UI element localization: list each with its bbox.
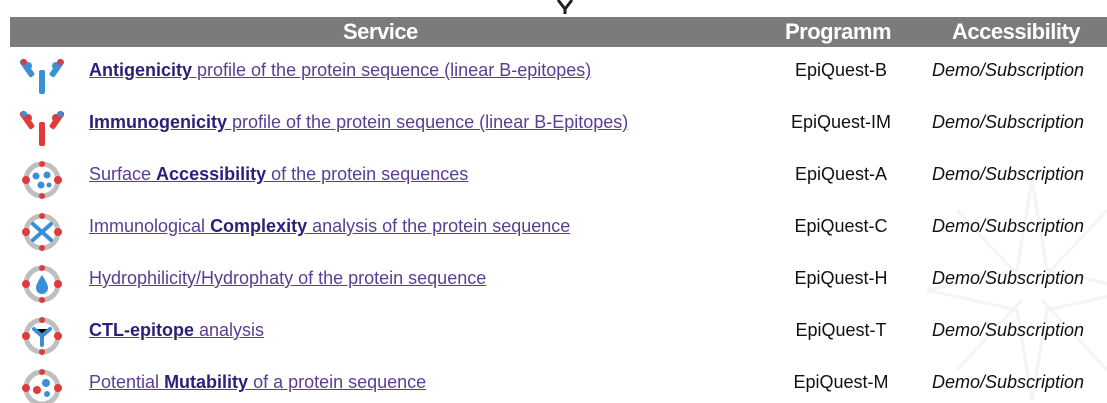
surface-accessibility-icon [22,161,62,199]
program-name: EpiQuest-M [793,372,889,392]
service-link-hydrophilicity[interactable]: Hydrophilicity/Hydrophaty of the protein… [89,268,486,289]
complexity-icon [22,213,62,251]
service-text-post: analysis [194,320,265,340]
header-program: Programm [785,19,892,44]
service-link-ctl-epitope[interactable]: CTL-epitope analysis [89,320,264,341]
service-link-complexity[interactable]: Immunological Complexity analysis of the… [89,216,570,237]
service-text-post: profile of the protein sequence (linear … [227,112,629,132]
mutability-icon [22,369,62,403]
header-accessibility: Accessibility [952,19,1081,44]
program-name: EpiQuest-IM [790,112,892,132]
service-table-page: Service Programm Accessibility Antigenic… [0,0,1107,403]
service-text-post: analysis of the protein sequence [307,216,571,236]
table-row: Potential Mutability of a protein sequen… [0,360,1107,403]
accessibility-value: Demo/Subscription [932,216,1085,236]
service-text-pre: Immunological [89,216,211,236]
table-row: Immunogenicity profile of the protein se… [0,100,1107,152]
program-name: EpiQuest-A [794,164,888,184]
service-text-bold: CTL-epitope [89,320,194,340]
accessibility-value: Demo/Subscription [932,60,1085,80]
table-row: Antigenicity profile of the protein sequ… [0,48,1107,100]
service-link-mutability[interactable]: Potential Mutability of a protein sequen… [89,372,426,393]
service-text-post: of a protein sequence [248,372,427,392]
hydrophilicity-drop-icon [22,265,62,303]
service-text-bold: Accessibility [156,164,267,184]
accessibility-value: Demo/Subscription [932,268,1085,288]
accessibility-value: Demo/Subscription [932,164,1085,184]
cropped-glyph [556,0,574,14]
accessibility-value: Demo/Subscription [932,320,1085,340]
service-text-bold: Mutability [164,372,249,392]
table-row: Hydrophilicity/Hydrophaty of the protein… [0,256,1107,308]
service-text-post: of the protein sequences [266,164,469,184]
service-link-immunogenicity[interactable]: Immunogenicity profile of the protein se… [89,112,628,133]
program-name: EpiQuest-B [794,60,888,80]
service-text-bold: Complexity [210,216,308,236]
program-name: EpiQuest-H [794,268,888,288]
accessibility-value: Demo/Subscription [932,112,1085,132]
ctl-epitope-icon [22,317,62,355]
table-row: Immunological Complexity analysis of the… [0,204,1107,256]
cropped-title-fragment [0,0,1107,14]
service-link-surface-accessibility[interactable]: Surface Accessibility of the protein seq… [89,164,468,185]
accessibility-value: Demo/Subscription [932,372,1085,392]
header-service: Service [343,19,418,44]
service-text-bold: Immunogenicity [89,112,228,132]
service-text-post: Hydrophilicity/Hydrophaty of the protein… [89,268,487,288]
service-link-antigenicity[interactable]: Antigenicity profile of the protein sequ… [89,60,591,81]
program-name: EpiQuest-T [795,320,887,340]
table-row: Surface Accessibility of the protein seq… [0,152,1107,204]
service-text-pre: Potential [89,372,165,392]
service-text-post: profile of the protein sequence (linear … [192,60,592,80]
service-text-pre: Surface [89,164,157,184]
table-header: Service Programm Accessibility [10,17,1107,47]
antibody-red-icon [20,110,64,146]
service-text-bold: Antigenicity [89,60,193,80]
antibody-blue-icon [20,58,64,94]
program-name: EpiQuest-C [794,216,888,236]
table-row: CTL-epitope analysis EpiQuest-T Demo/Sub… [0,308,1107,360]
